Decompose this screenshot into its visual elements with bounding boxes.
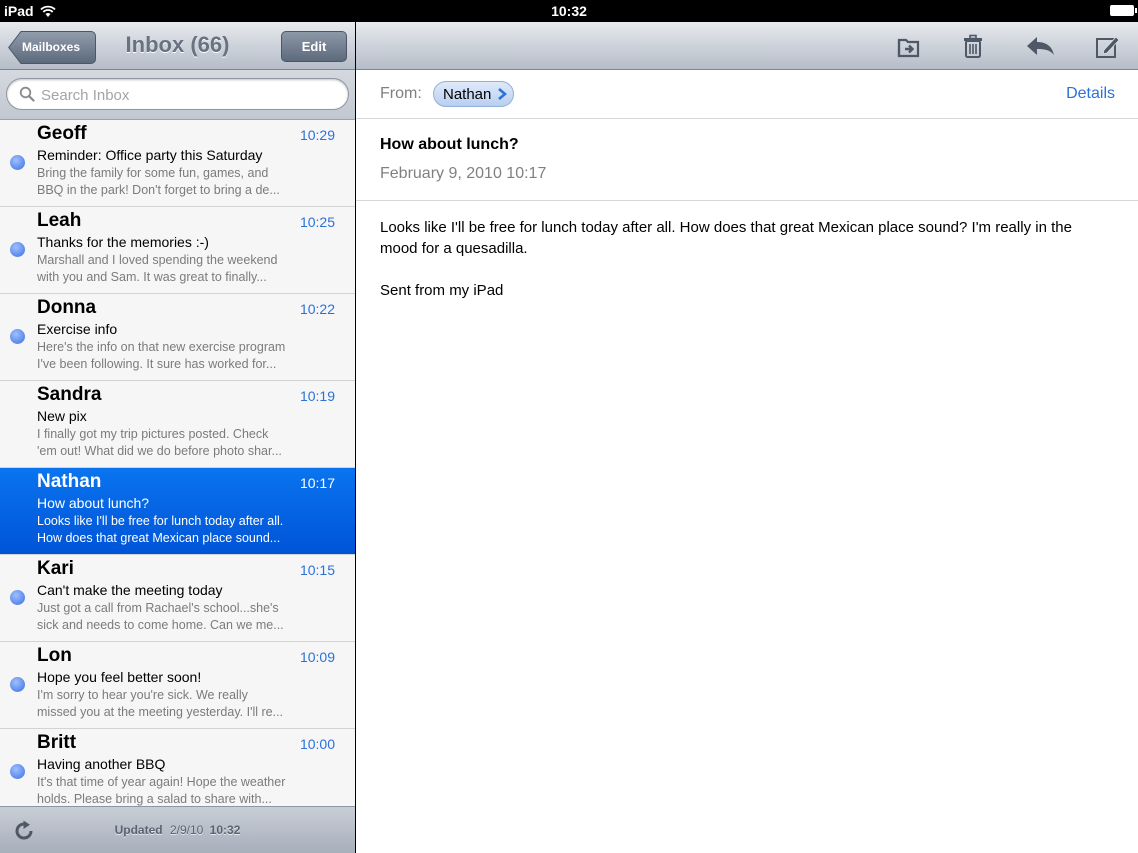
message-time: 10:29 [299,127,335,143]
status-bar: iPad 10:32 [0,0,1138,22]
message-subject: Having another BBQ [37,756,166,772]
search-bar: Search Inbox [0,70,355,120]
message-row-lon[interactable]: Lon 10:09 Hope you feel better soon! I'm… [0,642,355,729]
preview-line: missed you at the meeting yesterday. I'l… [37,705,284,719]
message-sender: Geoff [37,123,87,144]
status-time: 10:32 [551,3,587,19]
battery-icon [1110,5,1137,16]
message-preview: Marshall and I loved spending the weeken… [37,252,337,286]
preview-line: with you and Sam. It was great to finall… [37,270,267,284]
message-preview: It's that time of year again! Hope the w… [37,774,337,806]
preview-line: Marshall and I loved spending the weeken… [37,253,278,267]
unread-dot-icon [10,242,25,257]
message-subject: How about lunch? [37,495,150,511]
preview-line: holds. Please bring a salad to share wit… [37,792,272,806]
message-toolbar [356,22,1138,70]
preview-line: I'm sorry to hear you're sick. We really [37,688,248,702]
preview-line: It's that time of year again! Hope the w… [37,775,286,789]
message-time: 10:15 [299,562,335,578]
message-list: Geoff 10:29 Reminder: Office party this … [0,120,355,806]
message-time: 10:19 [299,388,335,404]
search-placeholder: Search Inbox [41,87,130,104]
message-body: Looks like I'll be free for lunch today … [380,217,1100,322]
search-input[interactable]: Search Inbox [6,78,349,110]
details-link[interactable]: Details [1066,85,1115,103]
move-folder-icon[interactable] [896,34,922,60]
from-label: From: [380,85,422,102]
preview-line: Bring the family for some fun, games, an… [37,166,269,180]
preview-line: I finally got my trip pictures posted. C… [37,427,269,441]
unread-dot-icon [10,329,25,344]
message-time: 10:17 [299,475,335,491]
unread-dot-icon [10,764,25,779]
message-subject-heading: How about lunch? [380,136,519,153]
message-subject: Can't make the meeting today [37,582,223,598]
message-row-sandra[interactable]: Sandra 10:19 New pix I finally got my tr… [0,381,355,468]
message-row-britt[interactable]: Britt 10:00 Having another BBQ It's that… [0,729,355,806]
message-subject: Exercise info [37,321,118,337]
message-preview: I'm sorry to hear you're sick. We really… [37,687,337,721]
message-row-nathan[interactable]: Nathan 10:17 How about lunch? Looks like… [0,468,355,555]
body-paragraph: Looks like I'll be free for lunch today … [380,219,1072,257]
message-sender: Lon [37,645,72,666]
message-time: 10:00 [299,736,335,752]
inbox-pane: Mailboxes Inbox (66) Edit Search Inbox G… [0,22,355,853]
message-preview: I finally got my trip pictures posted. C… [37,426,337,460]
mailboxes-label: Mailboxes [22,40,81,54]
message-sender: Leah [37,210,82,231]
sender-name: Nathan [443,86,492,103]
message-sender: Nathan [37,471,102,492]
preview-line: Looks like I'll be free for lunch today … [37,514,284,528]
sender-chip[interactable]: Nathan [433,81,515,107]
updated-label: Updated [114,823,163,837]
message-row-kari[interactable]: Kari 10:15 Can't make the meeting today … [0,555,355,642]
message-time: 10:22 [299,301,335,317]
preview-line: Here's the info on that new exercise pro… [37,340,286,354]
message-subject: Hope you feel better soon! [37,669,202,685]
message-row-geoff[interactable]: Geoff 10:29 Reminder: Office party this … [0,120,355,207]
message-subject: Reminder: Office party this Saturday [37,147,263,163]
updated-date: 2/9/10 [169,823,204,837]
unread-dot-icon [10,677,25,692]
message-subject: Thanks for the memories :-) [37,234,209,250]
search-icon [19,86,35,102]
message-sender: Kari [37,558,74,579]
unread-dot-icon [10,590,25,605]
preview-line: 'em out! What did we do before photo sha… [37,444,282,458]
inbox-toolbar: Updated 2/9/10 10:32 [0,806,355,853]
message-preview: Looks like I'll be free for lunch today … [37,513,337,547]
message-preview: Bring the family for some fun, games, an… [37,165,337,199]
body-signature: Sent from my iPad [380,282,504,299]
message-sender: Britt [37,732,77,753]
reply-icon[interactable] [1024,34,1056,60]
message-row-leah[interactable]: Leah 10:25 Thanks for the memories :-) M… [0,207,355,294]
chevron-right-icon [498,88,508,100]
message-preview: Just got a call from Rachael's school...… [37,600,337,634]
inbox-nav-bar: Mailboxes Inbox (66) Edit [0,22,355,70]
preview-line: How does that great Mexican place sound.… [37,531,281,545]
message-time: 10:09 [299,649,335,665]
updated-status: Updated 2/9/10 10:32 [0,823,355,837]
from-row: From: Nathan Details [356,70,1138,119]
preview-line: Just got a call from Rachael's school...… [37,601,279,615]
edit-button[interactable]: Edit [281,31,347,62]
message-sender: Donna [37,297,97,318]
message-header: How about lunch? February 9, 2010 10:17 [356,119,1138,201]
preview-line: I've been following. It sure has worked … [37,357,277,371]
message-view-pane: From: Nathan Details How about lunch? Fe… [356,22,1138,853]
message-subject: New pix [37,408,87,424]
inbox-title: Inbox (66) [125,32,230,57]
unread-dot-icon [10,155,25,170]
preview-line: sick and needs to come home. Can we me..… [37,618,284,632]
compose-icon[interactable] [1094,34,1120,60]
message-row-donna[interactable]: Donna 10:22 Exercise info Here's the inf… [0,294,355,381]
message-date: February 9, 2010 10:17 [380,165,547,182]
message-sender: Sandra [37,384,102,405]
preview-line: BBQ in the park! Don't forget to bring a… [37,183,280,197]
message-time: 10:25 [299,214,335,230]
message-preview: Here's the info on that new exercise pro… [37,339,337,373]
updated-time: 10:32 [209,823,241,837]
trash-icon[interactable] [960,34,986,60]
